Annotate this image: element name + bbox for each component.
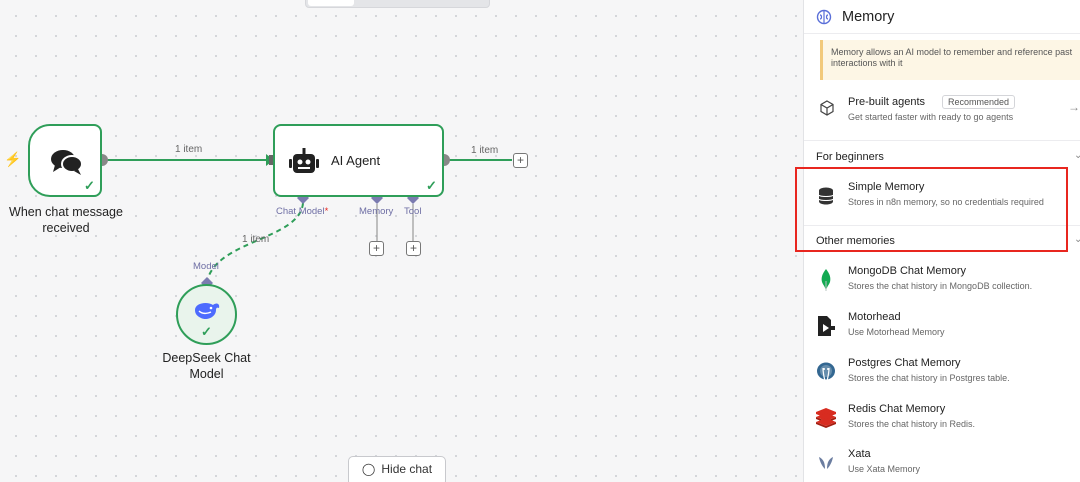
add-next-node-button[interactable]: + [513, 153, 528, 168]
trigger-label-line2: received [42, 221, 90, 235]
cube-icon [820, 100, 834, 116]
deepseek-label-line2: Model [189, 367, 224, 381]
section-divider [804, 140, 1080, 141]
robot-icon [289, 147, 319, 173]
chat-model-port-label: Chat Model* [276, 206, 328, 217]
chat-trigger-node[interactable]: ✓ [28, 124, 102, 197]
chat-model-text: Chat Model [276, 206, 325, 217]
chat-bubble-icon: ◯ [361, 462, 376, 476]
redis-icon [814, 406, 838, 430]
xata-icon [814, 451, 838, 475]
item-desc: Use Motorhead Memory [848, 327, 945, 337]
list-item-mongodb[interactable]: MongoDB Chat Memory Stores the chat hist… [804, 262, 1080, 306]
required-asterisk: * [324, 206, 329, 217]
edge-item-count-model: 1 item [242, 234, 270, 245]
add-memory-button[interactable]: + [369, 241, 384, 256]
add-tool-button[interactable]: + [406, 241, 421, 256]
arrow-right-icon: → [1068, 100, 1080, 114]
agent-title: AI Agent [331, 153, 381, 168]
workflow-canvas[interactable]: ⚡ ✓ When chat message received AI Agent … [0, 0, 803, 482]
deepseek-model-node[interactable]: ✓ [176, 284, 237, 345]
motorhead-icon [814, 314, 838, 338]
item-desc: Stores the chat history in MongoDB colle… [848, 281, 1033, 291]
list-item-xata[interactable]: Xata Use Xata Memory [804, 445, 1080, 482]
brain-icon [816, 9, 832, 24]
deepseek-label-line1: DeepSeek Chat [162, 351, 251, 365]
item-name: Motorhead [848, 311, 901, 323]
panel-header: Memory [804, 0, 1080, 34]
ai-agent-node[interactable]: AI Agent ✓ [273, 124, 444, 197]
item-name: Xata [848, 448, 871, 460]
chevron-down-icon[interactable]: ⌄ [1074, 150, 1080, 161]
item-name: Postgres Chat Memory [848, 357, 961, 369]
item-name: MongoDB Chat Memory [848, 265, 966, 277]
success-check-icon: ✓ [84, 178, 95, 193]
deepseek-whale-icon [195, 302, 220, 320]
list-item-motorhead[interactable]: Motorhead Use Motorhead Memory [804, 308, 1080, 352]
deepseek-node-label: DeepSeek Chat Model [146, 350, 267, 382]
section-for-beginners[interactable]: For beginners [816, 151, 884, 163]
mongodb-icon [814, 268, 838, 292]
memory-port-label: Memory [359, 206, 394, 217]
prebuilt-desc: Get started faster with ready to go agen… [848, 112, 1014, 122]
chat-bubbles-icon [51, 150, 83, 175]
model-port-label: Model [193, 261, 219, 272]
tool-port-label: Tool [404, 206, 422, 217]
success-check-icon: ✓ [426, 178, 437, 193]
item-desc: Stores the chat history in Redis. [848, 419, 976, 429]
list-item-postgres[interactable]: Postgres Chat Memory Stores the chat his… [804, 354, 1080, 398]
item-desc: Use Xata Memory [848, 464, 921, 474]
trigger-node-label: When chat message received [0, 204, 132, 236]
recommended-badge: Recommended [942, 95, 1016, 109]
chevron-down-icon[interactable]: ⌄ [1074, 234, 1080, 245]
item-name: Redis Chat Memory [848, 403, 946, 415]
prebuilt-title: Pre-built agents [848, 96, 926, 108]
trigger-label-line1: When chat message [9, 205, 123, 219]
hide-chat-button[interactable]: ◯ Hide chat [348, 456, 446, 482]
connections-layer [96, 154, 512, 289]
item-desc: Stores the chat history in Postgres tabl… [848, 373, 1010, 383]
postgres-icon [814, 360, 838, 384]
memory-notice: Memory allows an AI model to remember an… [820, 40, 1080, 80]
success-check-icon: ✓ [201, 324, 212, 339]
trigger-bolt-icon: ⚡ [4, 151, 22, 167]
highlight-box [795, 167, 1068, 252]
list-item-redis[interactable]: Redis Chat Memory Stores the chat histor… [804, 400, 1080, 444]
prebuilt-agents-item[interactable]: Pre-built agents Recommended Get started… [804, 94, 1080, 136]
edge-item-count-out: 1 item [471, 145, 499, 156]
edge-item-count: 1 item [175, 144, 203, 155]
hide-chat-label: Hide chat [381, 462, 433, 476]
panel-title: Memory [842, 8, 895, 25]
